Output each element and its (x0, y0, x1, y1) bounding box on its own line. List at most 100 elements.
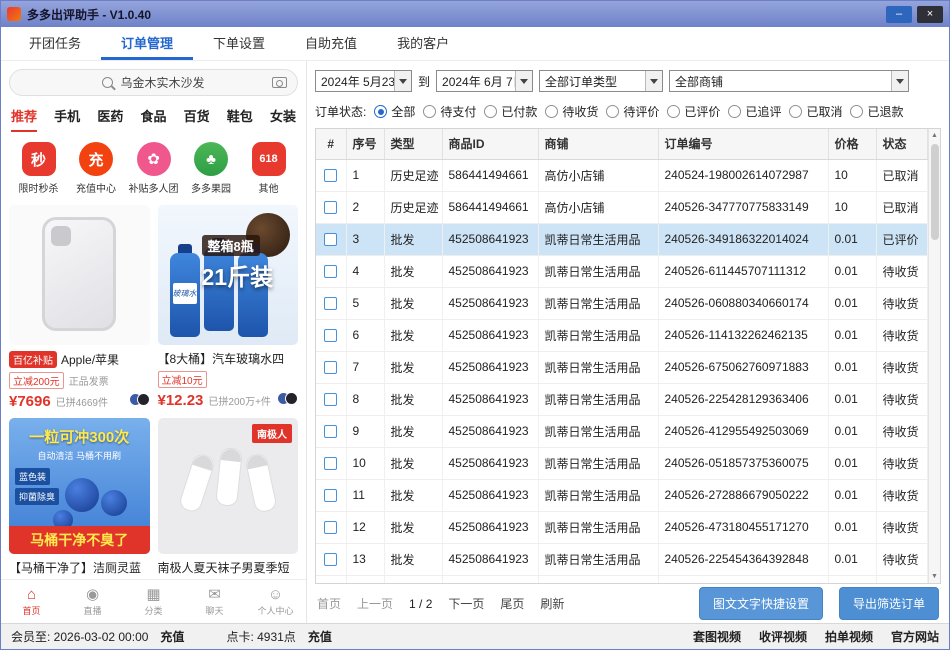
quick-link-item[interactable]: ♣ 多多果园 (184, 142, 239, 195)
page-first-link[interactable]: 首页 (317, 595, 341, 612)
quick-link-item[interactable]: ✿ 补贴多人团 (126, 142, 181, 195)
order-status-radio[interactable]: 待收货 (545, 103, 598, 120)
date-to-select[interactable]: 2024年 6月 7日 (436, 70, 533, 92)
date-from-select[interactable]: 2024年 5月23日 (315, 70, 412, 92)
bottom-nav-item[interactable]: ✉ 聊天 (184, 587, 245, 617)
bottom-nav-item[interactable]: ◉ 直播 (62, 587, 123, 617)
product-card-iphone[interactable]: 百亿补贴 Apple/苹果 立减200元 正品发票 ¥7696 已拼4669件 (9, 205, 150, 410)
cell-order-no (658, 575, 828, 584)
quick-link-item[interactable]: 秒 限时秒杀 (11, 142, 66, 195)
row-checkbox[interactable] (324, 329, 337, 342)
product-card-socks[interactable]: 南极人 南极人夏天袜子男夏季短 (158, 418, 299, 575)
order-status-radio[interactable]: 已退款 (850, 103, 903, 120)
quick-link-item[interactable]: 618 其他 (241, 142, 296, 195)
recharge-points-link[interactable]: 充值 (308, 628, 332, 645)
row-checkbox[interactable] (324, 489, 337, 502)
row-checkbox[interactable] (324, 265, 337, 278)
row-checkbox[interactable] (324, 361, 337, 374)
order-status-radio[interactable]: 已付款 (484, 103, 537, 120)
chevron-down-icon[interactable] (891, 71, 908, 91)
bottom-nav-item[interactable]: ☺ 个人中心 (245, 587, 306, 617)
table-row[interactable]: 3 批发 452508641923 凯蒂日常生活用品 240526-349186… (316, 223, 928, 255)
shop-search-input[interactable]: 乌金木实木沙发 (9, 69, 298, 96)
statusbar-link[interactable]: 官方网站 (891, 628, 939, 645)
product-card-glass-water[interactable]: 玻璃水 整箱8瓶 21斤装 【8大桶】汽车玻璃水四 立减10元 ¥12.23 (158, 205, 299, 410)
scrollbar-thumb[interactable] (931, 144, 939, 240)
table-row[interactable]: 6 批发 452508641923 凯蒂日常生活用品 240526-114132… (316, 319, 928, 351)
recharge-member-link[interactable]: 充值 (160, 628, 184, 645)
table-row[interactable]: 8 批发 452508641923 凯蒂日常生活用品 240526-225428… (316, 383, 928, 415)
chevron-down-icon[interactable] (515, 71, 532, 91)
statusbar-link[interactable]: 拍单视频 (825, 628, 873, 645)
minimize-button[interactable]: – (886, 6, 912, 23)
statusbar-link[interactable]: 收评视频 (759, 628, 807, 645)
page-last-link[interactable]: 尾页 (500, 595, 524, 612)
statusbar-link[interactable]: 套图视频 (693, 628, 741, 645)
quick-link-item[interactable]: 充 充值中心 (69, 142, 124, 195)
buyer-avatars (277, 392, 298, 405)
scroll-down-icon[interactable]: ▼ (929, 570, 940, 583)
shop-category-tab[interactable]: 医药 (97, 106, 123, 132)
export-orders-button[interactable]: 导出筛选订单 (839, 587, 939, 620)
table-row[interactable]: 5 批发 452508641923 凯蒂日常生活用品 240526-060880… (316, 287, 928, 319)
shop-category-tab[interactable]: 鞋包 (227, 106, 253, 132)
main-tab[interactable]: 我的客户 (377, 27, 469, 60)
product-card-toilet-cleaner[interactable]: 一粒可冲300次 自动清洁 马桶不用刷 蓝色装 抑菌除臭 马桶干净不臭了 【马桶… (9, 418, 150, 575)
cell-select (316, 415, 346, 447)
order-status-radio[interactable]: 待评价 (606, 103, 659, 120)
main-tab[interactable]: 订单管理 (101, 27, 193, 60)
scroll-up-icon[interactable]: ▲ (929, 129, 940, 142)
date-to-value: 2024年 6月 7日 (437, 73, 515, 90)
chevron-down-icon[interactable] (394, 71, 411, 91)
order-type-select[interactable]: 全部订单类型 (539, 70, 663, 92)
table-row[interactable]: 2 历史足迹 586441494661 高仿小店铺 240526-3477707… (316, 191, 928, 223)
refresh-link[interactable]: 刷新 (540, 595, 564, 612)
main-tab[interactable]: 下单设置 (193, 27, 285, 60)
quick-text-setting-button[interactable]: 图文文字快捷设置 (699, 587, 823, 620)
main-tab[interactable]: 开团任务 (9, 27, 101, 60)
page-prev-link[interactable]: 上一页 (357, 595, 393, 612)
table-row[interactable]: 7 批发 452508641923 凯蒂日常生活用品 240526-675062… (316, 351, 928, 383)
overlay-tag: 抑菌除臭 (15, 488, 59, 505)
shop-category-tab[interactable]: 推荐 (11, 106, 37, 132)
overlay-subtext: 自动清洁 马桶不用刷 (9, 449, 150, 462)
table-row[interactable]: 4 批发 452508641923 凯蒂日常生活用品 240526-611445… (316, 255, 928, 287)
cell-product-id: 452508641923 (442, 383, 538, 415)
order-status-radio[interactable]: 待支付 (423, 103, 476, 120)
shop-category-tab[interactable]: 女装 (270, 106, 296, 132)
shop-filter-select[interactable]: 全部商铺 (669, 70, 909, 92)
order-status-radio[interactable]: 已追评 (728, 103, 781, 120)
table-row[interactable]: 10 批发 452508641923 凯蒂日常生活用品 240526-05185… (316, 447, 928, 479)
shop-category-tab[interactable]: 百货 (184, 106, 210, 132)
row-checkbox[interactable] (324, 425, 337, 438)
order-status-radio[interactable]: 已取消 (789, 103, 842, 120)
order-status-radio[interactable]: 全部 (374, 103, 415, 120)
bottom-nav-item[interactable]: ▦ 分类 (123, 587, 184, 617)
row-checkbox[interactable] (324, 233, 337, 246)
table-row[interactable]: 12 批发 452508641923 凯蒂日常生活用品 240526-47318… (316, 511, 928, 543)
close-button[interactable]: × (917, 6, 943, 23)
table-row[interactable]: 11 批发 452508641923 凯蒂日常生活用品 240526-27288… (316, 479, 928, 511)
row-checkbox[interactable] (324, 169, 337, 182)
table-row[interactable]: 1 历史足迹 586441494661 高仿小店铺 240524-1980026… (316, 159, 928, 191)
shop-category-tab[interactable]: 手机 (54, 106, 80, 132)
table-row[interactable]: 9 批发 452508641923 凯蒂日常生活用品 240526-412955… (316, 415, 928, 447)
row-checkbox[interactable] (324, 521, 337, 534)
camera-icon[interactable] (272, 77, 287, 88)
page-next-link[interactable]: 下一页 (448, 595, 484, 612)
table-scrollbar[interactable]: ▲ ▼ (928, 129, 940, 583)
main-tab[interactable]: 自助充值 (285, 27, 377, 60)
order-status-radio[interactable]: 已评价 (667, 103, 720, 120)
row-checkbox[interactable] (324, 457, 337, 470)
chevron-down-icon[interactable] (645, 71, 662, 91)
row-checkbox[interactable] (324, 201, 337, 214)
cell-select (316, 383, 346, 415)
row-checkbox[interactable] (324, 297, 337, 310)
bottom-nav-icon: ✉ (208, 587, 221, 602)
row-checkbox[interactable] (324, 393, 337, 406)
bottom-nav-item[interactable]: ⌂ 首页 (1, 587, 62, 617)
product-price-line: ¥12.23 已拼200万+件 (158, 388, 299, 409)
shop-category-tab[interactable]: 食品 (140, 106, 166, 132)
row-checkbox[interactable] (324, 553, 337, 566)
table-row[interactable]: 13 批发 452508641923 凯蒂日常生活用品 240526-22545… (316, 543, 928, 575)
